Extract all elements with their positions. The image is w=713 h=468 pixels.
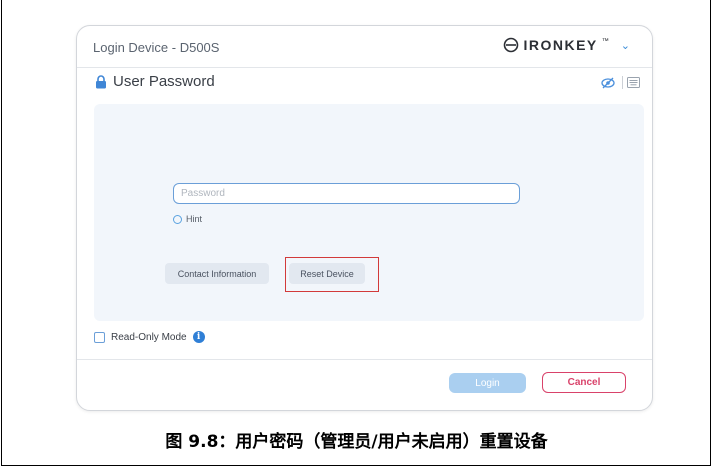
title-bar: Login Device - D500S IRONKEY ™ ⌄ — [77, 26, 652, 66]
contact-information-button[interactable]: Contact Information — [165, 263, 269, 284]
section-title: User Password — [113, 73, 215, 90]
read-only-checkbox[interactable] — [94, 331, 105, 343]
window-title: Login Device - D500S — [93, 40, 220, 55]
keyboard-icon[interactable] — [627, 77, 640, 88]
hint-option[interactable]: Hint — [173, 214, 202, 224]
read-only-label: Read-Only Mode — [111, 331, 187, 343]
brand-menu[interactable]: IRONKEY ™ ⌄ — [503, 37, 630, 53]
chevron-down-icon[interactable]: ⌄ — [621, 39, 630, 52]
lock-icon — [96, 74, 106, 88]
highlight-box — [285, 257, 379, 292]
section-header: User Password — [95, 73, 215, 90]
figure-caption: 图 9.8：用户密码（管理员/用户未启用）重置设备 — [165, 432, 548, 452]
login-window: Login Device - D500S IRONKEY ™ ⌄ User Pa… — [76, 25, 653, 411]
cancel-button[interactable]: Cancel — [542, 372, 626, 393]
read-only-mode-option[interactable]: Read-Only Mode i — [94, 331, 205, 343]
title-divider — [77, 67, 652, 68]
login-button[interactable]: Login — [449, 373, 526, 393]
password-input[interactable] — [173, 183, 520, 204]
info-icon[interactable]: i — [192, 331, 205, 343]
ironkey-logo-icon — [504, 37, 519, 53]
brand-name: IRONKEY — [523, 37, 598, 53]
trademark-mark: ™ — [601, 38, 609, 45]
hint-label: Hint — [186, 214, 203, 224]
hint-radio[interactable] — [173, 214, 182, 224]
icon-divider — [622, 76, 623, 89]
eye-slash-icon[interactable] — [601, 77, 615, 89]
footer-divider — [77, 359, 652, 360]
